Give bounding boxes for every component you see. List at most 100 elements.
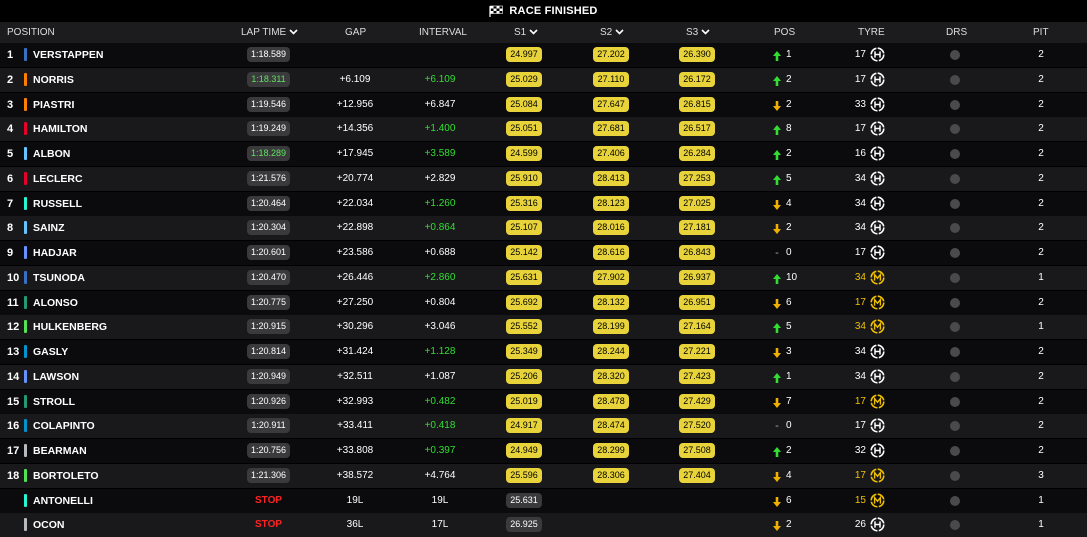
- header-interval[interactable]: INTERVAL: [419, 22, 467, 43]
- position-change: 1: [786, 49, 792, 60]
- drs-indicator: [950, 396, 960, 407]
- pit-count: 1: [1038, 519, 1044, 531]
- table-row[interactable]: 7 RUSSELL 1:20.464 +22.034 +1.260 25.316 28.12…: [0, 191, 1087, 216]
- gap-value: +38.572: [336, 469, 374, 481]
- position-change: 8: [786, 123, 792, 135]
- table-row[interactable]: 6 LECLERC 1:21.576 +20.774 +2.829 25.910 28.41…: [0, 166, 1087, 191]
- table-row[interactable]: OCON STOP 36L 17L 26.925 2 26 1: [0, 513, 1087, 537]
- drs-indicator: [950, 124, 960, 135]
- lap-time: 1:18.311: [247, 71, 290, 87]
- position-change: 4: [786, 469, 792, 481]
- pit-count: 2: [1038, 247, 1044, 258]
- table-row[interactable]: 8 SAINZ 1:20.304 +22.898 +0.864 25.107 28.016 2…: [0, 216, 1087, 241]
- interval-value: +4.764: [424, 469, 456, 481]
- arrow-up-icon: [772, 148, 782, 160]
- drs-indicator: [950, 520, 960, 531]
- header-position[interactable]: POSITION: [7, 22, 55, 43]
- table-row[interactable]: 15 STROLL 1:20.926 +32.993 +0.482 25.019 28.47…: [0, 389, 1087, 414]
- sector-3-time: 26.843: [679, 245, 715, 260]
- table-row[interactable]: 1 VERSTAPPEN 1:18.589 24.997 27.202 26.390 1 17…: [0, 43, 1087, 67]
- dash-icon: -: [775, 420, 779, 433]
- table-row[interactable]: 11 ALONSO 1:20.775 +27.250 +0.804 25.692 28.13…: [0, 290, 1087, 315]
- team-color-bar: [24, 72, 27, 86]
- header-s2-label: S2: [600, 27, 613, 38]
- interval-value: +0.397: [424, 445, 456, 456]
- header-pit[interactable]: PIT: [1033, 22, 1049, 43]
- header-pos[interactable]: POS: [774, 22, 795, 43]
- table-row[interactable]: 9 HADJAR 1:20.601 +23.586 +0.688 25.142 28.616…: [0, 241, 1087, 265]
- position-number: 3: [7, 98, 14, 111]
- drs-indicator: [950, 50, 960, 60]
- table-row[interactable]: 13 GASLY 1:20.814 +31.424 +1.128 25.349 28.244…: [0, 340, 1087, 364]
- sector-2-time: 28.413: [593, 170, 629, 186]
- team-color-bar: [24, 369, 27, 383]
- table-row[interactable]: ANTONELLI STOP 19L 19L 25.631 6 15 1: [0, 488, 1087, 513]
- table-row[interactable]: 17 BEARMAN 1:20.756 +33.808 +0.397 24.949 28.2…: [0, 439, 1087, 463]
- header-drs[interactable]: DRS: [946, 22, 967, 43]
- pit-count: 2: [1038, 370, 1044, 382]
- table-row[interactable]: 5 ALBON 1:18.289 +17.945 +3.589 24.599 27.406 2…: [0, 142, 1087, 166]
- tyre-age: 34: [854, 271, 866, 283]
- driver-name: GASLY: [33, 346, 69, 358]
- driver-name: COLAPINTO: [33, 420, 95, 433]
- team-color-bar: [24, 295, 27, 309]
- arrow-down-icon: [772, 495, 782, 507]
- table-row[interactable]: 10 TSUNODA 1:20.470 +26.446 +2.860 25.631 27.9…: [0, 265, 1087, 290]
- header-s1[interactable]: S1: [514, 22, 538, 43]
- dash-icon: -: [775, 247, 779, 259]
- header-s3[interactable]: S3: [686, 22, 710, 43]
- lap-time: 1:20.814: [247, 344, 290, 359]
- arrow-down-icon: [772, 396, 782, 408]
- lap-time: 1:20.911: [247, 418, 290, 434]
- header-s2[interactable]: S2: [600, 22, 624, 43]
- gap-value: +6.109: [339, 73, 371, 85]
- interval-value: +3.589: [424, 148, 456, 159]
- sector-2-time: 28.320: [593, 368, 629, 384]
- position-number: 10: [7, 271, 20, 284]
- tyre-age: 17: [854, 469, 866, 481]
- table-row[interactable]: 12 HULKENBERG 1:20.915 +30.296 +3.046 25.552 2…: [0, 315, 1087, 340]
- position-number: 12: [7, 321, 20, 334]
- table-row[interactable]: 4 HAMILTON 1:19.249 +14.356 +1.400 25.051 27.6…: [0, 117, 1087, 142]
- medium-tyre-icon: [870, 294, 885, 310]
- table-row[interactable]: 16 COLAPINTO 1:20.911 +33.411 +0.418 24.917 28…: [0, 414, 1087, 439]
- table-row[interactable]: 14 LAWSON 1:20.949 +32.511 +1.087 25.206 28.32…: [0, 364, 1087, 389]
- driver-name: TSUNODA: [33, 271, 85, 284]
- gap-value: 19L: [346, 494, 364, 506]
- lap-time: 1:18.289: [247, 146, 290, 161]
- header-tyre[interactable]: TYRE: [858, 22, 885, 43]
- interval-value: +0.482: [424, 395, 456, 407]
- sector-1-time: 25.084: [506, 96, 542, 112]
- header-gap[interactable]: GAP: [345, 22, 366, 43]
- gap-value: +23.586: [336, 247, 374, 258]
- hard-tyre-icon: [870, 517, 885, 532]
- hard-tyre-icon: [870, 72, 885, 87]
- drs-indicator: [950, 470, 960, 481]
- sector-2-time: 28.306: [593, 467, 629, 483]
- lap-time: 1:21.306: [247, 467, 290, 483]
- sector-1-time: 24.997: [506, 47, 542, 62]
- sector-2-time: 28.616: [593, 245, 629, 260]
- table-row[interactable]: 3 PIASTRI 1:19.546 +12.956 +6.847 25.084 27.64…: [0, 92, 1087, 117]
- drs-indicator: [950, 446, 960, 456]
- lap-time: 1:20.464: [247, 195, 290, 211]
- table-row[interactable]: 18 BORTOLETO 1:21.306 +38.572 +4.764 25.596 28…: [0, 463, 1087, 488]
- pit-count: 2: [1038, 148, 1044, 159]
- drs-indicator: [950, 248, 960, 258]
- interval-value: +0.418: [424, 420, 456, 432]
- position-change: 6: [786, 494, 792, 506]
- position-number: 4: [7, 123, 14, 136]
- arrow-down-icon: [772, 99, 782, 111]
- header-lap-time[interactable]: LAP TIME: [241, 22, 298, 43]
- tyre-age: 16: [854, 148, 866, 159]
- sector-3-time: 27.253: [679, 170, 715, 186]
- position-number: 15: [7, 395, 20, 408]
- sector-1-time: 25.631: [506, 269, 542, 285]
- sector-2-time: 28.132: [593, 294, 629, 310]
- table-row[interactable]: 2 NORRIS 1:18.311 +6.109 +6.109 25.029 27.110 2…: [0, 67, 1087, 92]
- position-change: 1: [786, 370, 792, 382]
- arrow-down-icon: [772, 519, 782, 532]
- interval-value: +1.260: [424, 197, 456, 209]
- pit-count: 2: [1038, 420, 1044, 432]
- hard-tyre-icon: [870, 171, 885, 186]
